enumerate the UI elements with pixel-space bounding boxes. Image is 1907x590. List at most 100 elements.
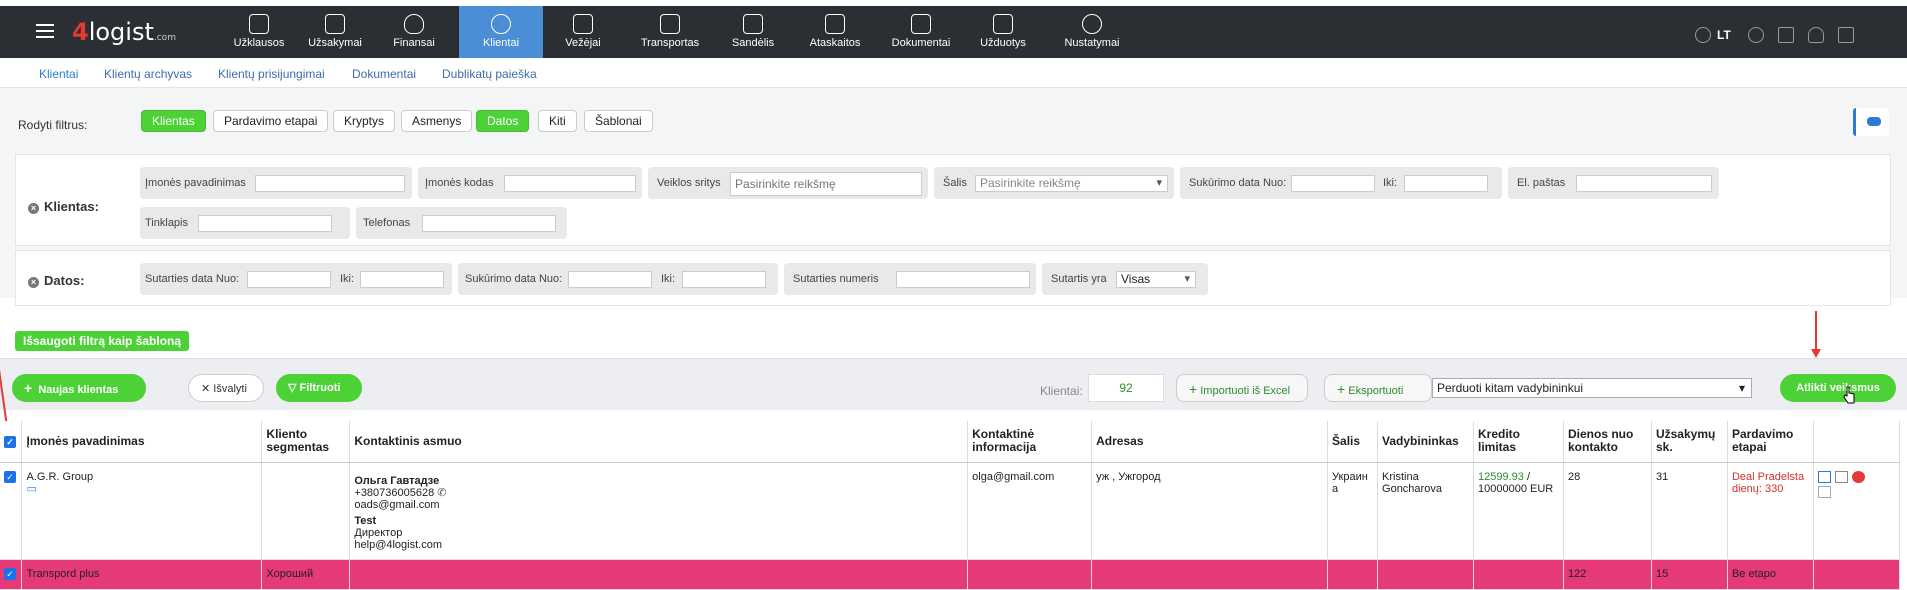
nav-transportas[interactable]: Transportas (630, 6, 710, 58)
credit-used: 12599.93 (1478, 470, 1524, 483)
user-icon[interactable] (1748, 27, 1764, 43)
col-imones-pavadinimas[interactable]: Įmonės pavadinimas (21, 421, 263, 463)
menu-icon[interactable] (36, 24, 54, 38)
telefonas-input[interactable] (422, 215, 556, 232)
sukurimo-data-iki-input[interactable] (1404, 175, 1488, 192)
filter-sukurimo-data: Sukūrimo data Nuo: Iki: (1180, 167, 1502, 199)
close-icon[interactable]: × (28, 203, 39, 214)
filter-el-pastas: El. paštas (1508, 167, 1719, 199)
contact-phone[interactable]: +380736005628 (354, 487, 434, 499)
contact-email[interactable]: oads@gmail.com (354, 499, 963, 511)
col-kliento-segmentas[interactable]: Kliento segmentas (261, 421, 351, 463)
contact-info: olga@gmail.com (967, 462, 1093, 560)
question-icon (249, 14, 269, 34)
subnav-klientu-archyvas[interactable]: Klientų archyvas (104, 67, 192, 81)
datos-sukurimo-iki-input[interactable] (682, 271, 766, 288)
filter-sutarties-numeris: Sutarties numeris (784, 263, 1036, 295)
close-icon[interactable]: × (28, 277, 39, 288)
book-icon[interactable] (1817, 470, 1831, 483)
col-actions (1813, 421, 1901, 463)
col-kontaktinis-asmuo[interactable]: Kontaktinis asmuo (349, 421, 969, 463)
chip-datos[interactable]: Datos (476, 110, 530, 132)
nav-uzduotys[interactable]: Užduotys (970, 6, 1036, 58)
close-icon: ✕ (201, 383, 211, 395)
filter-imones-kodas: Įmonės kodas (418, 167, 642, 199)
subnav-dokumentai[interactable]: Dokumentai (352, 67, 416, 81)
nav-dokumentai[interactable]: Dokumentai (885, 6, 957, 58)
nav-finansai[interactable]: Finansai (380, 6, 448, 58)
datos-sukurimo-nuo-input[interactable] (568, 271, 652, 288)
transfer-manager-select[interactable]: Perduoti kitam vadybininkui (1432, 378, 1752, 398)
chip-asmenys[interactable]: Asmenys (401, 110, 473, 132)
nav-vezejai[interactable]: Vežėjai (550, 6, 616, 58)
tinklapis-input[interactable] (198, 215, 332, 232)
execute-actions-button[interactable]: Atlikti veiksmus (1780, 374, 1896, 402)
veiklos-sritys-select[interactable]: Pasirinkite reikšmę (730, 172, 922, 196)
sutarties-data-nuo-input[interactable] (247, 271, 331, 288)
col-kredito-limitas[interactable]: Kredito limitas (1473, 421, 1564, 463)
col-uzsakymu-sk[interactable]: Užsakymų sk. (1651, 421, 1728, 463)
export-button[interactable]: + Eksportuoti (1324, 374, 1432, 402)
select-all-checkbox[interactable]: ✓ (0, 421, 23, 463)
chip-kiti[interactable]: Kiti (538, 110, 577, 132)
nav-uzklausos[interactable]: Užklausos (222, 6, 296, 58)
company-name[interactable]: Transpord plus (21, 559, 263, 590)
edit-icon[interactable] (1834, 470, 1848, 483)
subnav-klientu-prisijungimai[interactable]: Klientų prisijungimai (218, 67, 325, 81)
app-logo[interactable]: 4logist.com (72, 18, 176, 46)
nav-ataskaitos[interactable]: Ataskaitos (800, 6, 870, 58)
copy-icon[interactable] (1817, 485, 1831, 498)
imones-kodas-input[interactable] (504, 175, 636, 192)
col-pardavimo-etapai[interactable]: Pardavimo etapai (1727, 421, 1814, 463)
plus-icon: + (1337, 381, 1346, 397)
subnav-klientai[interactable]: Klientai (39, 67, 78, 81)
col-salis[interactable]: Šalis (1327, 421, 1379, 463)
robot-assistant-icon[interactable] (1853, 108, 1889, 136)
imones-pavadinimas-input[interactable] (255, 175, 405, 192)
sutartis-yra-select[interactable]: Visas (1116, 271, 1196, 288)
filter-button[interactable]: ▽ Filtruoti (276, 374, 362, 402)
sukurimo-data-nuo-input[interactable] (1291, 175, 1375, 192)
subnav-dublikatu-paieska[interactable]: Dublikatų paieška (442, 67, 537, 81)
gear-icon (1082, 14, 1102, 34)
annotation-arrow-head (1811, 349, 1821, 358)
col-adresas[interactable]: Adresas (1091, 421, 1329, 463)
nav-sandelis[interactable]: Sandėlis (722, 6, 784, 58)
new-client-button[interactable]: + Naujas klientas (12, 374, 146, 402)
contact-title: Директор (354, 526, 403, 539)
el-pastas-input[interactable] (1576, 175, 1712, 192)
import-excel-button[interactable]: + Importuoti iš Excel (1176, 374, 1308, 402)
phone-icon[interactable]: ✆ (437, 487, 446, 499)
chip-kryptys[interactable]: Kryptys (333, 110, 396, 132)
row-checkbox[interactable]: ✓ (0, 559, 23, 590)
col-kontaktine-informacija[interactable]: Kontaktinė informacija (967, 421, 1093, 463)
calculator-icon (825, 14, 845, 34)
logout-icon[interactable] (1838, 27, 1854, 43)
nav-klientai[interactable]: Klientai (459, 6, 543, 58)
contact-email[interactable]: help@4logist.com (354, 539, 963, 551)
nav-uzsakymai[interactable]: Užsakymai (298, 6, 372, 58)
company-name[interactable]: A.G.R. Group (26, 471, 257, 483)
filter-sutartis-yra: Sutartis yra Visas (1042, 263, 1208, 295)
delete-icon[interactable] (1851, 470, 1865, 483)
filter-sukurimo-data-datos: Sukūrimo data Nuo: Iki: (458, 263, 778, 295)
salis-select[interactable]: Pasirinkite reikšmę (975, 175, 1168, 192)
client-segment: Хороший (261, 559, 351, 590)
plus-icon: + (1189, 381, 1198, 397)
chip-pardavimo-etapai[interactable]: Pardavimo etapai (213, 110, 329, 132)
chat-icon[interactable]: ▭ (26, 483, 257, 495)
book-icon[interactable] (1778, 27, 1794, 43)
row-checkbox[interactable]: ✓ (0, 462, 23, 560)
nav-nustatymai[interactable]: Nustatymai (1054, 6, 1130, 58)
chip-klientas[interactable]: Klientas (141, 110, 206, 132)
sutarties-numeris-input[interactable] (896, 271, 1030, 288)
chip-sablonai[interactable]: Šablonai (584, 110, 653, 132)
show-filters-label: Rodyti filtrus: (18, 118, 88, 132)
save-filter-template-button[interactable]: Išsaugoti filtrą kaip šabloną (15, 331, 190, 351)
money-bag-icon (404, 14, 424, 34)
bell-icon[interactable] (1808, 27, 1824, 43)
col-vadybininkas[interactable]: Vadybininkas (1377, 421, 1474, 463)
sutarties-data-iki-input[interactable] (360, 271, 444, 288)
col-dienos-nuo-kontakto[interactable]: Dienos nuo kontakto (1563, 421, 1652, 463)
clear-button[interactable]: ✕ Išvalyti (188, 374, 264, 402)
